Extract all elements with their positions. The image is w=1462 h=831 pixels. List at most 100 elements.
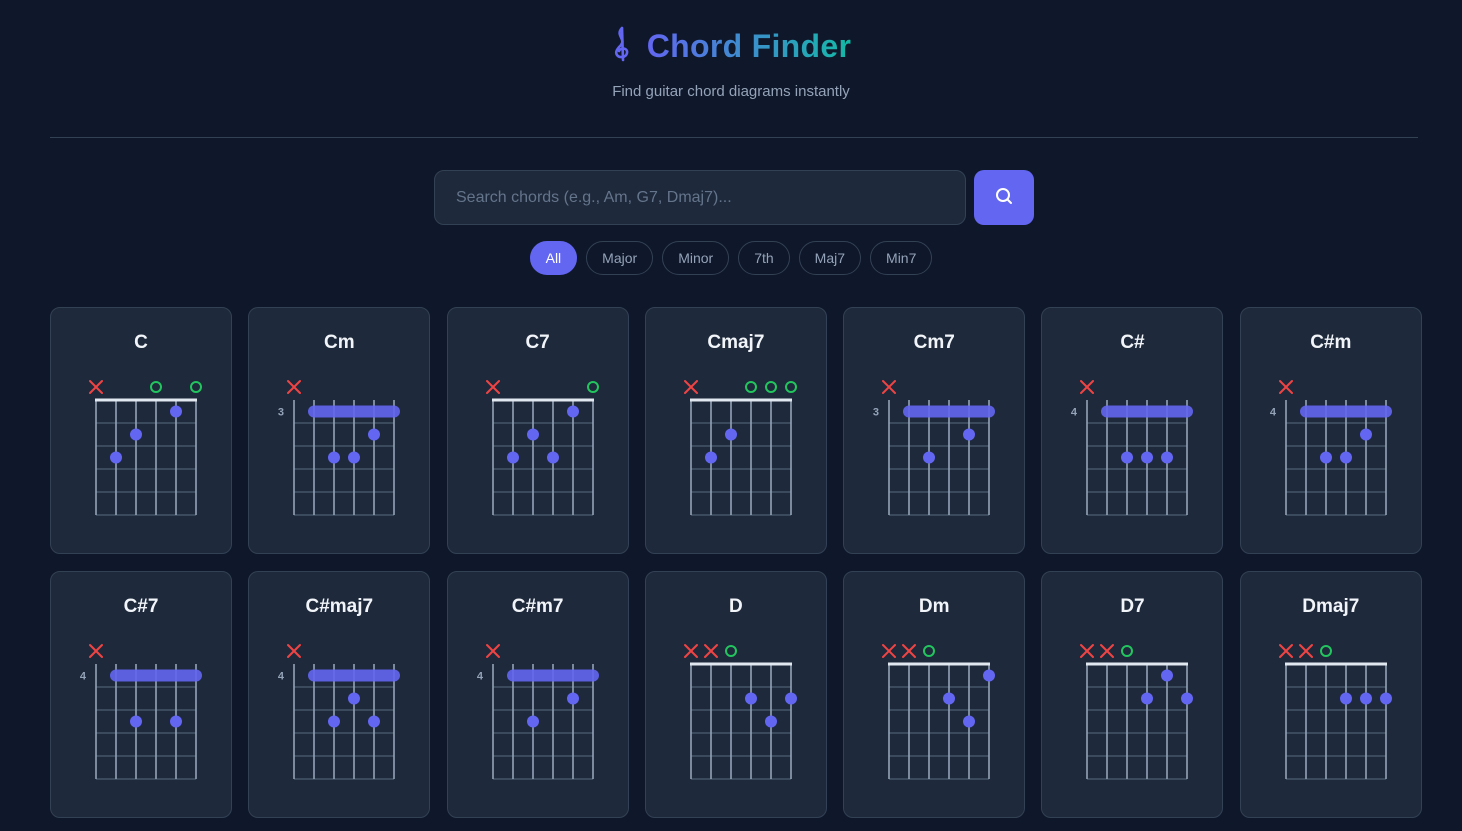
finger-dot <box>923 451 936 464</box>
muted-string-icon <box>882 644 897 658</box>
filter-maj7[interactable]: Maj7 <box>798 241 862 275</box>
chord-card[interactable]: C#maj7 4 <box>248 571 431 818</box>
finger-dot <box>526 715 539 728</box>
chord-diagram <box>89 380 202 516</box>
muted-string-icon <box>683 644 698 658</box>
finger-dot <box>566 405 579 418</box>
finger-dot <box>1359 428 1372 441</box>
finger-dot <box>328 451 341 464</box>
finger-dot <box>348 451 361 464</box>
finger-dot <box>1339 451 1352 464</box>
base-fret-label: 3 <box>873 407 879 419</box>
search-button[interactable] <box>974 170 1034 225</box>
muted-string-icon <box>485 380 500 394</box>
chord-card[interactable]: C#m 4 <box>1239 307 1422 554</box>
title-row: Chord Finder <box>0 26 1462 67</box>
filter-all[interactable]: All <box>529 241 578 275</box>
finger-dot <box>983 669 996 682</box>
filter-major[interactable]: Major <box>586 241 654 275</box>
finger-dot <box>1141 451 1154 464</box>
finger-dot <box>170 715 182 728</box>
open-string-icon <box>764 381 777 393</box>
chord-card[interactable]: Dmaj7 <box>1239 571 1422 818</box>
finger-dot <box>1161 451 1174 464</box>
finger-dot <box>1181 692 1194 705</box>
chord-card[interactable]: C <box>50 307 232 554</box>
filter-min7[interactable]: Min7 <box>870 241 933 275</box>
chord-card[interactable]: C#m7 4 <box>446 571 629 818</box>
finger-dot <box>566 692 579 705</box>
filter-bar: All Major Minor 7th Maj7 Min7 <box>0 241 1462 275</box>
finger-dot <box>943 692 956 705</box>
muted-string-icon <box>287 644 302 658</box>
chord-diagram: 4 <box>278 644 401 780</box>
chord-diagram: 4 <box>80 644 202 780</box>
muted-string-icon <box>1278 380 1293 394</box>
search-input[interactable] <box>434 170 966 225</box>
finger-dot <box>1339 692 1352 705</box>
open-string-icon <box>150 381 162 393</box>
finger-dot <box>724 428 737 441</box>
open-string-icon <box>724 645 737 657</box>
chord-card[interactable]: C#7 4 <box>50 571 232 818</box>
search-bar <box>434 170 1034 225</box>
finger-dot <box>546 451 559 464</box>
finger-dot <box>704 451 717 464</box>
muted-string-icon <box>1080 380 1095 394</box>
chord-card[interactable]: D <box>644 571 827 818</box>
chord-diagram <box>1080 644 1194 780</box>
chord-grid: C Cm 3 C7 Cmaj7 Cm7 3 C# 4 C#m 4 C#7 4 C#maj7 4 C#m7 4 D D… <box>50 307 1422 818</box>
chord-card[interactable]: C7 <box>446 307 629 554</box>
open-string-icon <box>923 645 936 657</box>
chord-card[interactable]: Cmaj7 <box>644 307 827 554</box>
finger-dot <box>764 715 777 728</box>
finger-dot <box>1141 692 1154 705</box>
finger-dot <box>526 428 539 441</box>
chord-diagram <box>683 380 797 516</box>
filter-minor[interactable]: Minor <box>662 241 730 275</box>
chord-diagram: 4 <box>1071 380 1194 516</box>
chord-card[interactable]: D7 <box>1041 571 1224 818</box>
base-fret-label: 4 <box>1270 407 1277 419</box>
finger-dot <box>1161 669 1174 682</box>
finger-dot <box>784 692 797 705</box>
chord-diagram <box>485 380 599 516</box>
base-fret-label: 3 <box>278 407 284 419</box>
open-string-icon <box>190 381 202 393</box>
chord-card[interactable]: Cm7 3 <box>843 307 1026 554</box>
filter-7th[interactable]: 7th <box>738 241 790 275</box>
finger-dot <box>744 692 757 705</box>
chord-card[interactable]: C# 4 <box>1041 307 1224 554</box>
muted-string-icon <box>683 380 698 394</box>
muted-string-icon <box>1080 644 1095 658</box>
chord-card[interactable]: Cm 3 <box>248 307 431 554</box>
base-fret-label: 4 <box>278 671 285 683</box>
finger-dot <box>130 428 142 441</box>
finger-dot <box>506 451 519 464</box>
finger-dot <box>348 692 361 705</box>
chord-card[interactable]: Dm <box>843 571 1026 818</box>
base-fret-label: 4 <box>1071 407 1078 419</box>
chord-diagram: 3 <box>873 380 996 516</box>
muted-string-icon <box>287 380 302 394</box>
chord-diagram: 4 <box>1270 380 1392 516</box>
muted-string-icon <box>703 644 718 658</box>
muted-string-icon <box>485 644 500 658</box>
open-string-icon <box>1319 645 1332 657</box>
muted-string-icon <box>902 644 917 658</box>
open-string-icon <box>784 381 797 393</box>
finger-dot <box>963 428 976 441</box>
finger-dot <box>1319 451 1332 464</box>
music-note-icon <box>611 26 633 67</box>
finger-dot <box>368 715 381 728</box>
finger-dot <box>368 428 381 441</box>
search-icon <box>994 186 1014 209</box>
finger-dot <box>170 405 182 418</box>
finger-dot <box>110 451 122 464</box>
chord-diagram <box>683 644 797 780</box>
muted-string-icon <box>1278 644 1293 658</box>
base-fret-label: 4 <box>80 671 87 683</box>
finger-dot <box>328 715 341 728</box>
chord-diagram: 3 <box>278 380 401 516</box>
muted-string-icon <box>89 644 103 658</box>
